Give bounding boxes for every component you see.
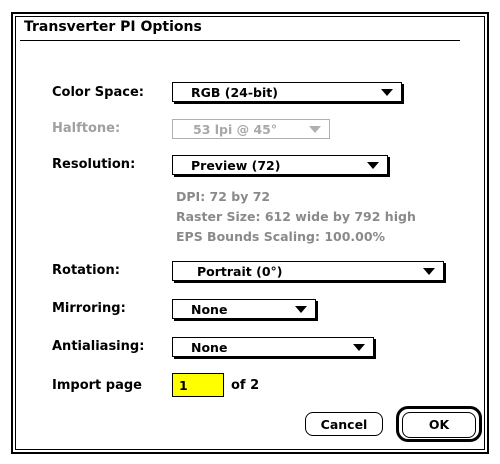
- rotation-value: Portrait (0°): [197, 264, 283, 279]
- chevron-down-icon: [423, 268, 435, 275]
- dialog-title: Transverter PI Options: [24, 19, 202, 35]
- rotation-popup[interactable]: Portrait (0°): [172, 261, 444, 281]
- dpi-info: DPI: 72 by 72: [176, 189, 271, 204]
- chevron-down-icon: [381, 89, 393, 96]
- ok-button-label: OK: [402, 412, 476, 438]
- resolution-popup[interactable]: Preview (72): [172, 155, 388, 175]
- title-divider: [20, 40, 460, 41]
- mirroring-popup[interactable]: None: [172, 299, 316, 319]
- antialiasing-popup[interactable]: None: [172, 337, 374, 357]
- color-space-label: Color Space:: [52, 85, 144, 100]
- ok-button[interactable]: OK: [396, 406, 482, 442]
- chevron-down-icon: [295, 306, 307, 313]
- resolution-value: Preview (72): [191, 158, 281, 173]
- import-page-label: Import page: [52, 378, 142, 393]
- color-space-value: RGB (24-bit): [191, 85, 278, 100]
- chevron-down-icon: [367, 162, 379, 169]
- mirroring-label: Mirroring:: [52, 301, 126, 316]
- raster-size-info: Raster Size: 612 wide by 792 high: [176, 209, 416, 224]
- antialiasing-value: None: [191, 340, 228, 355]
- import-page-field[interactable]: [172, 373, 224, 397]
- rotation-label: Rotation:: [52, 263, 120, 278]
- halftone-popup: 53 lpi @ 45°: [172, 119, 330, 139]
- mirroring-value: None: [191, 302, 228, 317]
- halftone-label: Halftone:: [52, 121, 121, 136]
- halftone-value: 53 lpi @ 45°: [193, 122, 278, 137]
- page-count-text: of 2: [231, 378, 260, 393]
- cancel-button[interactable]: Cancel: [305, 412, 383, 436]
- eps-scaling-info: EPS Bounds Scaling: 100.00%: [176, 229, 386, 244]
- color-space-popup[interactable]: RGB (24-bit): [172, 82, 402, 102]
- chevron-down-icon: [353, 344, 365, 351]
- resolution-label: Resolution:: [52, 157, 136, 172]
- chevron-down-icon: [309, 126, 321, 133]
- antialiasing-label: Antialiasing:: [52, 339, 145, 354]
